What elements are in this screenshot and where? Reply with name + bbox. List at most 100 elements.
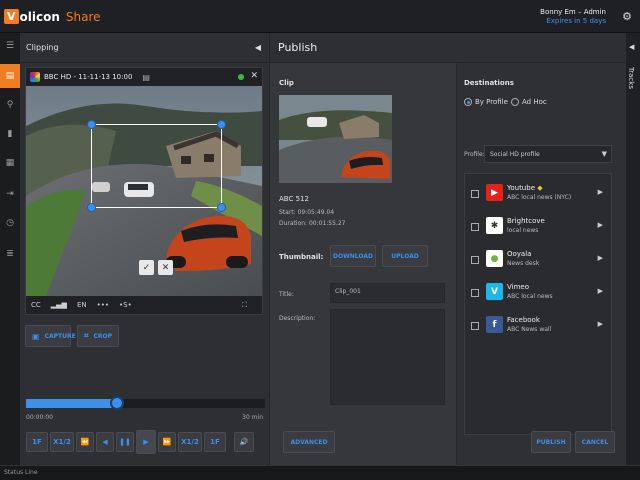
- clipping-header: Clipping ◀: [20, 33, 269, 63]
- video-player: BBC HD - 11-11-13 10:00 ▤ ✕ ✓ ✕ CC ▂▄▆ E…: [25, 67, 263, 315]
- crop-label: CROP: [93, 332, 113, 340]
- by-profile-radio[interactable]: By Profile: [464, 98, 508, 106]
- publish-button[interactable]: PUBLISH: [531, 431, 571, 453]
- crop-handle-top-left[interactable]: [87, 120, 96, 129]
- tracks-sidebar[interactable]: ◀ Tracks: [626, 33, 640, 465]
- crop-button[interactable]: ⌗ CROP: [77, 325, 119, 347]
- destination-checkbox[interactable]: [471, 322, 479, 330]
- advanced-button[interactable]: ADVANCED: [283, 431, 335, 453]
- cancel-button[interactable]: CANCEL: [575, 431, 615, 453]
- volume-icon[interactable]: 🔊: [234, 432, 254, 452]
- closed-caption-button[interactable]: CC: [31, 301, 41, 309]
- logo-mark: V: [4, 9, 19, 24]
- destination-facebook[interactable]: f Facebook ABC News wall ▶: [465, 310, 611, 342]
- clip-duration: Duration: 00:01:55.27: [279, 220, 346, 227]
- logo-word: olicon: [19, 9, 60, 24]
- clip-details: Clip ABC 512 Start: 09:05:49.04 Duration…: [270, 63, 456, 465]
- ad-hoc-label: Ad Hoc: [522, 98, 547, 106]
- clipping-title: Clipping: [26, 43, 59, 52]
- publish-title: Publish: [278, 41, 318, 54]
- transport-controls: 1F X1/2 ⏪ ◀ ❚❚ ▶ ⏩ X1/2 1F 🔊: [26, 430, 266, 454]
- download-button[interactable]: DOWNLOAD: [330, 245, 376, 267]
- facebook-icon: f: [486, 316, 503, 333]
- profile-select[interactable]: Social HD profile ▼: [484, 145, 612, 163]
- crop-handle-bottom-left[interactable]: [87, 203, 96, 212]
- destination-checkbox[interactable]: [471, 289, 479, 297]
- vimeo-icon: V: [486, 283, 503, 300]
- export-icon[interactable]: ⇥: [0, 182, 20, 206]
- tag-icon: ◆: [537, 184, 543, 192]
- timeline-progress: [26, 399, 117, 408]
- destination-sub: local news: [507, 227, 539, 234]
- cancel-crop-button[interactable]: ✕: [158, 260, 173, 275]
- timeline-end-time: 30 min: [242, 414, 263, 421]
- channel-logo-icon: [30, 72, 40, 82]
- info-icon[interactable]: ▤: [142, 73, 150, 82]
- clock-icon[interactable]: ◷: [0, 211, 20, 235]
- settings-gear-icon[interactable]: ⚙: [622, 10, 632, 23]
- destination-checkbox[interactable]: [471, 223, 479, 231]
- description-input[interactable]: [330, 309, 445, 405]
- destination-name: Youtube ◆: [507, 184, 543, 192]
- bookmark-icon[interactable]: ▮: [0, 122, 20, 146]
- destination-ooyala[interactable]: ● Ooyala News desk ▶: [465, 244, 611, 276]
- volicon-logo: V olicon Share: [4, 8, 101, 25]
- destination-youtube[interactable]: ▶ Youtube ◆ ABC local news (NYC) ▶: [465, 178, 611, 210]
- video-frame[interactable]: ✓ ✕: [26, 86, 262, 296]
- fast-forward-button[interactable]: ⏩: [158, 432, 176, 452]
- clipping-icon[interactable]: ▤: [0, 64, 20, 88]
- pause-button[interactable]: ❚❚: [116, 432, 134, 452]
- radio-unselected-icon: [511, 98, 519, 106]
- tracks-label: Tracks: [627, 67, 635, 89]
- reverse-play-button[interactable]: ◀: [96, 432, 114, 452]
- destination-brightcove[interactable]: ✱ Brightcove local news ▶: [465, 211, 611, 243]
- more-options-button[interactable]: •••: [97, 301, 109, 309]
- fullscreen-icon[interactable]: ⛶: [242, 301, 247, 310]
- destination-name: Vimeo: [507, 283, 529, 291]
- chevron-right-icon[interactable]: ▶: [598, 287, 603, 295]
- list-icon[interactable]: ≣: [0, 242, 20, 266]
- expand-arrow-icon[interactable]: ◀: [629, 43, 634, 51]
- clipping-panel: Clipping ◀ BBC HD - 11-11-13 10:00 ▤ ✕ ✓…: [20, 33, 269, 465]
- chevron-right-icon[interactable]: ▶: [598, 221, 603, 229]
- audio-selector-button[interactable]: •S•: [119, 301, 132, 309]
- crop-selection-box[interactable]: [87, 120, 226, 212]
- destinations-heading: Destinations: [464, 79, 514, 87]
- rewind-button[interactable]: ⏪: [76, 432, 94, 452]
- signal-icon[interactable]: ▂▄▆: [51, 301, 67, 309]
- destination-vimeo[interactable]: V Vimeo ABC local news ▶: [465, 277, 611, 309]
- chevron-right-icon[interactable]: ▶: [598, 254, 603, 262]
- close-player-icon[interactable]: ✕: [250, 71, 258, 81]
- title-input[interactable]: Clip_001: [330, 283, 445, 303]
- crop-handle-bottom-right[interactable]: [217, 203, 226, 212]
- language-button[interactable]: EN: [77, 301, 87, 309]
- chevron-right-icon[interactable]: ▶: [598, 188, 603, 196]
- step-forward-frame-button[interactable]: 1F: [204, 432, 226, 452]
- upload-button[interactable]: UPLOAD: [382, 245, 428, 267]
- calendar-icon[interactable]: ▦: [0, 151, 20, 175]
- destination-checkbox[interactable]: [471, 190, 479, 198]
- collapse-arrow-icon[interactable]: ◀: [255, 43, 261, 52]
- confirm-crop-button[interactable]: ✓: [139, 260, 154, 275]
- user-info[interactable]: Bonny Em – Admin Expires in 5 days: [540, 8, 606, 26]
- crop-handle-top-right[interactable]: [217, 120, 226, 129]
- capture-button[interactable]: ▣ CAPTURE: [25, 325, 76, 347]
- search-icon[interactable]: ⚲: [0, 93, 20, 117]
- menu-icon[interactable]: ☰: [0, 34, 20, 58]
- destination-checkbox[interactable]: [471, 256, 479, 264]
- ad-hoc-radio[interactable]: Ad Hoc: [511, 98, 547, 106]
- destination-sub: News desk: [507, 260, 540, 267]
- half-speed-forward-button[interactable]: X1/2: [178, 432, 202, 452]
- destination-name: Facebook: [507, 316, 540, 324]
- license-expiry[interactable]: Expires in 5 days: [540, 17, 606, 26]
- chevron-right-icon[interactable]: ▶: [598, 320, 603, 328]
- destinations-panel: Destinations By Profile Ad Hoc Profile: …: [456, 63, 627, 465]
- timeline-scrubber[interactable]: [109, 396, 124, 410]
- clip-start: Start: 09:05:49.04: [279, 209, 335, 216]
- step-back-frame-button[interactable]: 1F: [26, 432, 48, 452]
- radio-selected-icon: [464, 98, 472, 106]
- timeline-track[interactable]: [26, 396, 265, 410]
- play-button[interactable]: ▶: [136, 430, 156, 454]
- half-speed-back-button[interactable]: X1/2: [50, 432, 74, 452]
- destination-sub: ABC local news: [507, 293, 553, 300]
